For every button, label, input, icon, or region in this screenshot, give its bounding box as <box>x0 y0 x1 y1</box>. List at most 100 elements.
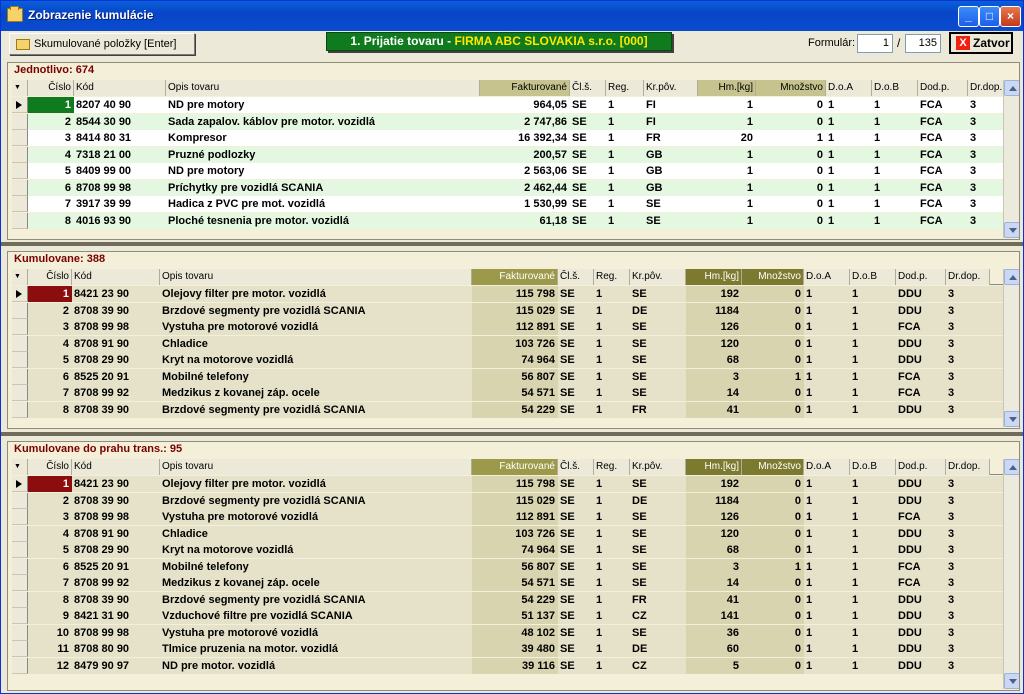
scroll-up-icon[interactable] <box>1004 80 1019 96</box>
sort-down-icon[interactable]: ▼ <box>12 269 28 285</box>
row-selector[interactable] <box>12 212 28 229</box>
scroll-down-icon[interactable] <box>1004 673 1019 689</box>
minimize-button[interactable]: _ <box>958 6 979 27</box>
row-selector[interactable] <box>12 575 28 591</box>
column-header-member-state[interactable]: Čl.š. <box>570 80 606 96</box>
cumulated-items-button[interactable]: Skumulované položky [Enter] <box>9 33 195 55</box>
column-header-invoiced[interactable]: Fakturované <box>472 459 558 475</box>
column-header-quantity[interactable]: Množstvo <box>742 269 804 285</box>
row-selector[interactable] <box>12 385 28 401</box>
column-header-number[interactable]: Číslo <box>28 459 72 475</box>
column-header-description[interactable]: Opis tovaru <box>160 459 472 475</box>
row-selector[interactable] <box>12 286 28 302</box>
column-header-country-of-origin[interactable]: Kr.pôv. <box>630 269 686 285</box>
column-header-delivery-terms[interactable]: Dod.p. <box>918 80 968 96</box>
column-header-transport-type[interactable]: Dr.dop. <box>946 459 990 475</box>
table-row[interactable]: 8 8708 39 90 Brzdové segmenty pre vozidlá … <box>12 401 1003 418</box>
row-selector[interactable] <box>12 352 28 368</box>
column-header-region[interactable]: Reg. <box>594 269 630 285</box>
table-row[interactable]: 2 8544 30 90 Sada zapalov. káblov pre moto… <box>12 113 1003 130</box>
column-header-member-state[interactable]: Čl.š. <box>558 459 594 475</box>
column-header-delivery-terms[interactable]: Dod.p. <box>896 459 946 475</box>
table-row[interactable]: 5 8708 29 90 Kryt na motorove vozidlá 74 96… <box>12 352 1003 368</box>
table-row[interactable]: 6 8525 20 91 Mobilné telefony 56 807 SE 1 SE 3 1… <box>12 558 1003 575</box>
table-row[interactable]: 8 4016 93 90 Ploché tesnenia pre motor. vo… <box>12 212 1003 229</box>
row-selector[interactable] <box>12 179 28 196</box>
row-selector[interactable] <box>12 302 28 319</box>
row-selector[interactable] <box>12 196 28 212</box>
column-header-quantity[interactable]: Množstvo <box>742 459 804 475</box>
scroll-down-icon[interactable] <box>1004 222 1019 238</box>
row-selector[interactable] <box>12 146 28 163</box>
column-header-quantity[interactable]: Množstvo <box>756 80 826 96</box>
row-selector[interactable] <box>12 163 28 179</box>
column-header-invoiced[interactable]: Fakturované <box>472 269 558 285</box>
row-selector[interactable] <box>12 657 28 674</box>
table-row[interactable]: 9 8421 31 90 Vzduchové filtre pre vozidlá … <box>12 608 1003 624</box>
table-row[interactable]: 8 8708 39 90 Brzdové segmenty pre vozidlá … <box>12 591 1003 608</box>
column-header-weight[interactable]: Hm.[kg] <box>686 459 742 475</box>
column-header-doc-b[interactable]: D.o.B <box>872 80 918 96</box>
column-header-weight[interactable]: Hm.[kg] <box>698 80 756 96</box>
table-row[interactable]: 5 8708 29 90 Kryt na motorove vozidlá 74 96… <box>12 542 1003 558</box>
column-header-doc-b[interactable]: D.o.B <box>850 269 896 285</box>
row-selector[interactable] <box>12 319 28 335</box>
maximize-button[interactable]: □ <box>979 6 1000 27</box>
table-row[interactable]: 4 7318 21 00 Pruzné podlozky 200,57 SE 1 GB 1 0 1… <box>12 146 1003 163</box>
table-row[interactable]: 7 8708 99 92 Medzikus z kovanej záp. ocele… <box>12 385 1003 401</box>
scroll-up-icon[interactable] <box>1004 269 1019 285</box>
row-selector[interactable] <box>12 113 28 130</box>
vertical-scrollbar[interactable] <box>1003 80 1019 238</box>
row-selector[interactable] <box>12 641 28 657</box>
vertical-scrollbar[interactable] <box>1003 269 1019 427</box>
column-header-code[interactable]: Kód <box>74 80 166 96</box>
title-bar[interactable]: Zobrazenie kumulácie _ □ × <box>1 1 1023 31</box>
sort-down-icon[interactable]: ▼ <box>12 459 28 475</box>
table-row[interactable]: 3 8708 99 98 Vystuha pre motorové vozidlá 1… <box>12 509 1003 525</box>
form-current-input[interactable]: 1 <box>857 34 893 53</box>
table-row[interactable]: 3 8708 99 98 Vystuha pre motorové vozidlá 1… <box>12 319 1003 335</box>
row-selector[interactable] <box>12 509 28 525</box>
table-row[interactable]: 5 8409 99 00 ND pre motory 2 563,06 SE 1 GB 1 0 1… <box>12 163 1003 179</box>
row-selector[interactable] <box>12 368 28 385</box>
row-selector[interactable] <box>12 624 28 641</box>
column-header-region[interactable]: Reg. <box>594 459 630 475</box>
column-header-region[interactable]: Reg. <box>606 80 644 96</box>
sort-down-icon[interactable]: ▼ <box>12 80 28 96</box>
column-header-doc-a[interactable]: D.o.A <box>804 459 850 475</box>
scroll-up-icon[interactable] <box>1004 459 1019 475</box>
column-header-doc-a[interactable]: D.o.A <box>826 80 872 96</box>
column-header-transport-type[interactable]: Dr.dop. <box>968 80 1008 96</box>
row-selector[interactable] <box>12 476 28 492</box>
close-button[interactable]: X Zatvor <box>949 32 1013 54</box>
table-row[interactable]: 3 8414 80 31 Kompresor 16 392,34 SE 1 FR 20 1 1 1 F… <box>12 130 1003 146</box>
window-close-button[interactable]: × <box>1000 6 1021 27</box>
vertical-scrollbar[interactable] <box>1003 459 1019 689</box>
row-selector[interactable] <box>12 97 28 113</box>
table-row[interactable]: 11 8708 80 90 Tlmice pruzenia na motor. vo… <box>12 641 1003 657</box>
column-header-description[interactable]: Opis tovaru <box>166 80 480 96</box>
row-selector[interactable] <box>12 130 28 146</box>
table-row[interactable]: 7 8708 99 92 Medzikus z kovanej záp. ocele… <box>12 575 1003 591</box>
table-row[interactable]: 7 3917 39 99 Hadica z PVC pre mot. vozidlá… <box>12 196 1003 212</box>
column-header-country-of-origin[interactable]: Kr.pôv. <box>630 459 686 475</box>
column-header-code[interactable]: Kód <box>72 269 160 285</box>
column-header-transport-type[interactable]: Dr.dop. <box>946 269 990 285</box>
column-header-doc-a[interactable]: D.o.A <box>804 269 850 285</box>
column-header-member-state[interactable]: Čl.š. <box>558 269 594 285</box>
row-selector[interactable] <box>12 542 28 558</box>
column-header-code[interactable]: Kód <box>72 459 160 475</box>
column-header-country-of-origin[interactable]: Kr.pôv. <box>644 80 698 96</box>
column-header-weight[interactable]: Hm.[kg] <box>686 269 742 285</box>
column-header-delivery-terms[interactable]: Dod.p. <box>896 269 946 285</box>
row-selector[interactable] <box>12 492 28 509</box>
splitter[interactable] <box>1 432 1023 436</box>
column-header-doc-b[interactable]: D.o.B <box>850 459 896 475</box>
table-row[interactable]: 4 8708 91 90 Chladice 103 726 SE 1 SE 120 0 1 1 DDU… <box>12 525 1003 542</box>
row-selector[interactable] <box>12 608 28 624</box>
column-header-number[interactable]: Číslo <box>28 80 74 96</box>
table-row[interactable]: 1 8421 23 90 Olejovy filter pre motor. voz… <box>12 476 1003 492</box>
column-header-number[interactable]: Číslo <box>28 269 72 285</box>
column-header-description[interactable]: Opis tovaru <box>160 269 472 285</box>
row-selector[interactable] <box>12 401 28 418</box>
